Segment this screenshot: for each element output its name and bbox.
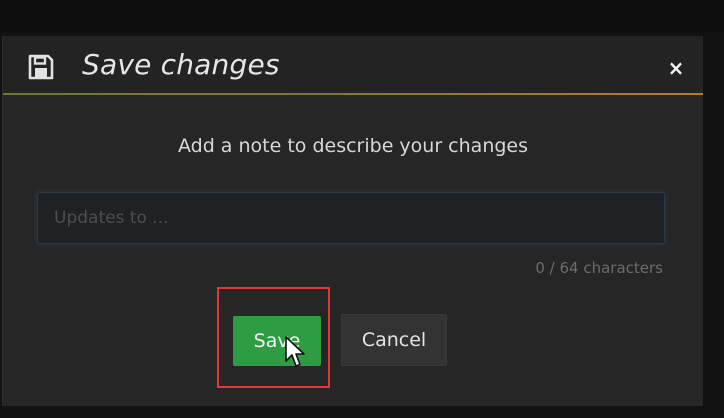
note-input[interactable] [37, 192, 665, 244]
cancel-button[interactable]: Cancel [341, 314, 447, 366]
save-changes-dialog: Save changes × Add a note to describe yo… [2, 36, 703, 406]
dialog-prompt: Add a note to describe your changes [177, 135, 529, 157]
header-divider [3, 93, 703, 95]
top-bar [0, 0, 724, 32]
save-icon [28, 54, 54, 80]
dialog-header: Save changes × [3, 36, 703, 93]
save-button[interactable]: Save [233, 316, 321, 366]
dialog-title: Save changes [82, 48, 280, 81]
character-counter: 0 / 64 characters [535, 259, 663, 277]
close-button[interactable]: × [663, 55, 689, 81]
close-icon: × [667, 56, 685, 80]
